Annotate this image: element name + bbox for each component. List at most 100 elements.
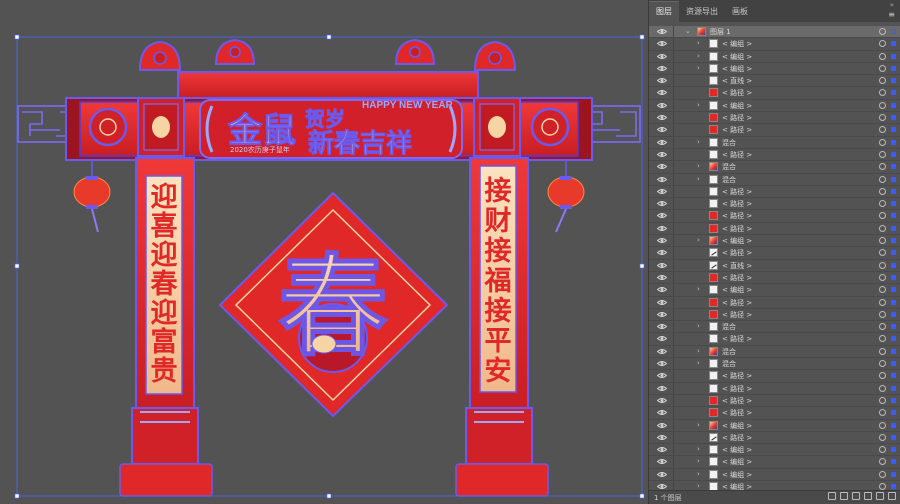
- chevron-right-icon[interactable]: ›: [697, 322, 700, 330]
- layer-name[interactable]: < 路径 >: [722, 150, 752, 160]
- target-circle-icon[interactable]: [879, 421, 886, 429]
- layer-name[interactable]: < 编组 >: [722, 101, 752, 111]
- target-circle-icon[interactable]: [879, 224, 886, 232]
- layer-row[interactable]: < 直线 >: [649, 75, 900, 88]
- layer-row[interactable]: › < 编组 >: [649, 50, 900, 63]
- visibility-eye-icon[interactable]: [657, 311, 667, 318]
- selection-handle[interactable]: [639, 34, 645, 40]
- layer-row[interactable]: < 路径 >: [649, 148, 900, 162]
- visibility-eye-icon[interactable]: [657, 102, 667, 109]
- layer-name[interactable]: < 编组 >: [722, 236, 752, 246]
- target-circle-icon[interactable]: [879, 249, 886, 257]
- selection-indicator[interactable]: [891, 102, 896, 108]
- target-circle-icon[interactable]: [879, 433, 886, 441]
- export-icon[interactable]: [828, 492, 836, 500]
- target-circle-icon[interactable]: [879, 409, 886, 417]
- layer-name[interactable]: < 编组 >: [722, 52, 752, 62]
- target-circle-icon[interactable]: [879, 138, 886, 146]
- lock-column[interactable]: [673, 124, 674, 136]
- layer-name[interactable]: 混合: [722, 359, 736, 369]
- selection-indicator[interactable]: [891, 361, 896, 367]
- layer-name[interactable]: 图层 1: [710, 27, 731, 37]
- visibility-eye-icon[interactable]: [657, 212, 667, 219]
- chevron-right-icon[interactable]: ›: [697, 347, 700, 355]
- target-circle-icon[interactable]: [879, 64, 886, 72]
- lock-column[interactable]: [673, 222, 674, 235]
- selection-indicator[interactable]: [891, 483, 896, 489]
- selection-indicator[interactable]: [891, 299, 896, 305]
- layer-name[interactable]: < 路径 >: [722, 248, 752, 258]
- selection-indicator[interactable]: [891, 139, 896, 145]
- layer-name[interactable]: < 路径 >: [722, 125, 752, 135]
- layer-name[interactable]: < 路径 >: [722, 199, 752, 209]
- layer-row[interactable]: › < 编组 >: [649, 468, 900, 481]
- visibility-eye-icon[interactable]: [657, 65, 667, 72]
- selection-handle[interactable]: [326, 34, 332, 40]
- layer-name[interactable]: < 编组 >: [722, 457, 752, 467]
- selection-indicator[interactable]: [891, 188, 896, 194]
- selection-handle[interactable]: [14, 263, 20, 269]
- lock-column[interactable]: [673, 136, 674, 148]
- target-circle-icon[interactable]: [879, 212, 886, 220]
- visibility-eye-icon[interactable]: [657, 28, 667, 35]
- visibility-eye-icon[interactable]: [657, 385, 667, 392]
- clipping-mask-icon[interactable]: [852, 492, 860, 500]
- lock-column[interactable]: [673, 161, 674, 173]
- lock-column[interactable]: [673, 382, 674, 394]
- chevron-right-icon[interactable]: ›: [697, 39, 700, 47]
- target-circle-icon[interactable]: [879, 52, 886, 60]
- target-circle-icon[interactable]: [879, 150, 886, 158]
- selection-indicator[interactable]: [891, 422, 896, 428]
- layer-row[interactable]: › 混合: [649, 136, 900, 149]
- layer-row[interactable]: › 混合: [649, 161, 900, 174]
- selection-indicator[interactable]: [891, 213, 896, 219]
- layer-row[interactable]: < 路径 >: [649, 370, 900, 383]
- lock-column[interactable]: [673, 75, 674, 87]
- lock-column[interactable]: [673, 394, 674, 407]
- layer-row[interactable]: < 路径 >: [649, 222, 900, 236]
- layer-name[interactable]: < 路径 >: [722, 384, 752, 394]
- chevron-right-icon[interactable]: ›: [697, 138, 700, 146]
- layer-row[interactable]: < 路径 >: [649, 124, 900, 137]
- lock-column[interactable]: [673, 358, 674, 370]
- chevron-right-icon[interactable]: ›: [697, 421, 700, 429]
- visibility-eye-icon[interactable]: [657, 139, 667, 146]
- layer-row[interactable]: › 混合: [649, 173, 900, 186]
- visibility-eye-icon[interactable]: [657, 163, 667, 170]
- layer-row[interactable]: < 路径 >: [649, 112, 900, 125]
- lock-column[interactable]: [673, 333, 674, 345]
- layer-name[interactable]: < 路径 >: [722, 211, 752, 221]
- visibility-eye-icon[interactable]: [657, 262, 667, 269]
- layer-row[interactable]: › < 编组 >: [649, 444, 900, 457]
- visibility-eye-icon[interactable]: [657, 422, 667, 429]
- selection-indicator[interactable]: [891, 90, 896, 96]
- selection-indicator[interactable]: [891, 397, 896, 403]
- layer-name[interactable]: < 路径 >: [722, 408, 752, 418]
- layer-row[interactable]: < 路径 >: [649, 271, 900, 285]
- visibility-eye-icon[interactable]: [657, 446, 667, 453]
- selection-indicator[interactable]: [891, 176, 896, 182]
- lock-column[interactable]: [673, 198, 674, 210]
- lock-column[interactable]: [673, 247, 674, 259]
- layer-name[interactable]: 混合: [722, 175, 736, 185]
- selection-handle[interactable]: [14, 34, 20, 40]
- layer-row[interactable]: < 直线 >: [649, 259, 900, 272]
- lock-column[interactable]: [673, 444, 674, 456]
- chevron-right-icon[interactable]: ›: [697, 470, 700, 478]
- layer-row[interactable]: < 路径 >: [649, 431, 900, 445]
- layer-row[interactable]: < 路径 >: [649, 247, 900, 260]
- collapse-icon[interactable]: »: [890, 1, 896, 9]
- delete-icon[interactable]: [888, 492, 896, 500]
- target-circle-icon[interactable]: [879, 200, 886, 208]
- selection-indicator[interactable]: [891, 410, 896, 416]
- target-circle-icon[interactable]: [879, 40, 886, 48]
- lock-column[interactable]: [673, 259, 674, 271]
- tab-artboards[interactable]: 画板: [725, 2, 755, 22]
- chevron-right-icon[interactable]: ›: [697, 445, 700, 453]
- visibility-eye-icon[interactable]: [657, 225, 667, 232]
- chevron-right-icon[interactable]: ›: [697, 162, 700, 170]
- visibility-eye-icon[interactable]: [657, 53, 667, 60]
- lock-column[interactable]: [673, 112, 674, 124]
- target-circle-icon[interactable]: [879, 323, 886, 331]
- layer-name[interactable]: < 编组 >: [722, 421, 752, 431]
